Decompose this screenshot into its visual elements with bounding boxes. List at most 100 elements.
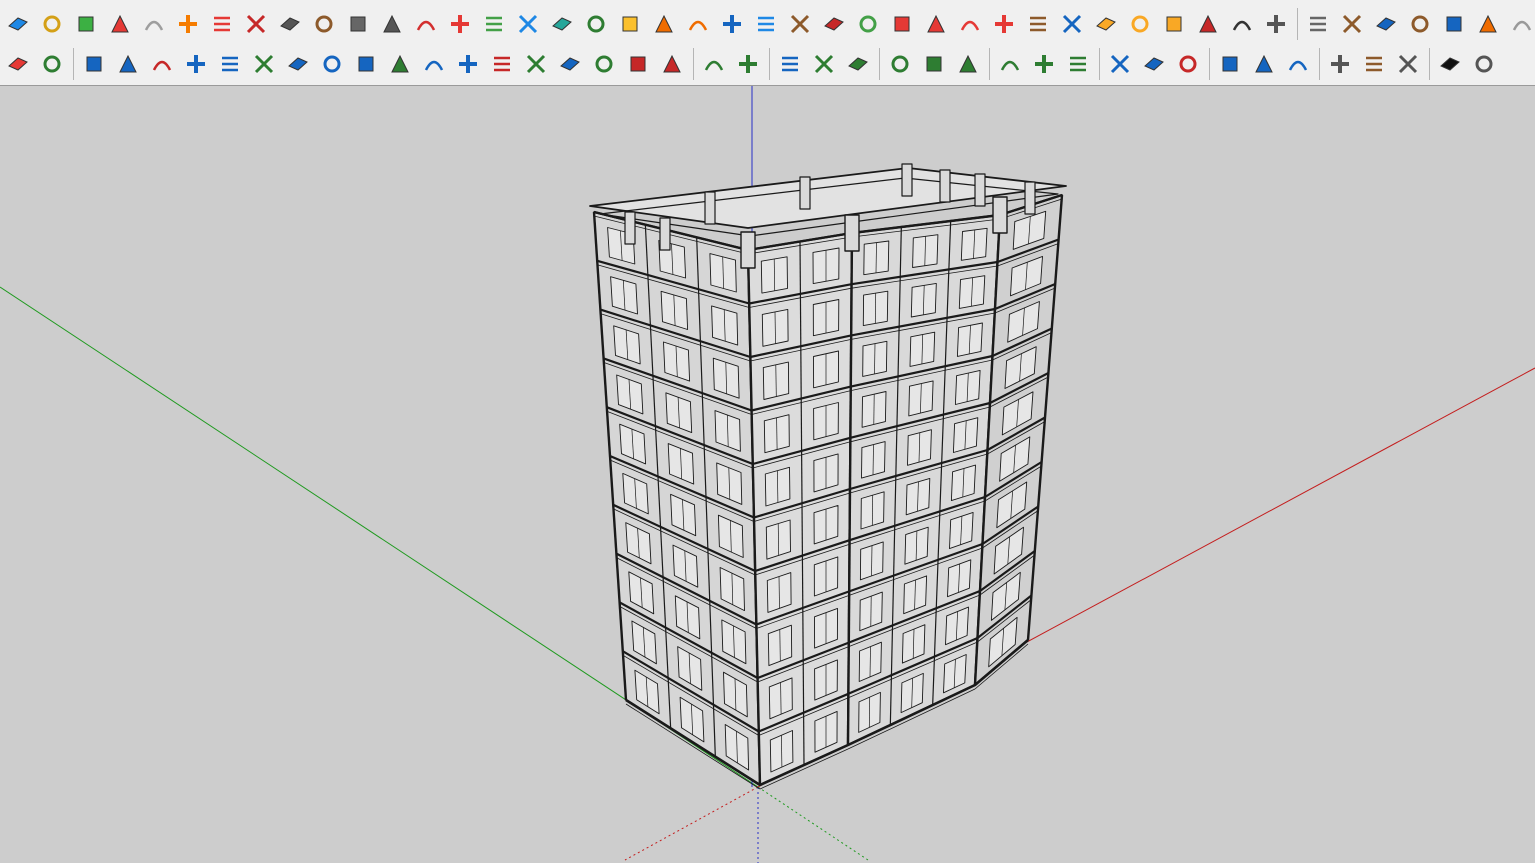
flip-edge-icon[interactable] <box>208 10 236 38</box>
cone-icon[interactable] <box>548 10 576 38</box>
extrude-icon[interactable] <box>888 10 916 38</box>
blue-swirl-icon[interactable] <box>1372 10 1400 38</box>
roof-icon[interactable] <box>1360 50 1388 78</box>
house-icon[interactable] <box>1440 10 1468 38</box>
red-cross-icon[interactable] <box>446 10 474 38</box>
grid-square-icon[interactable] <box>1160 10 1188 38</box>
curve-2-icon[interactable] <box>114 50 142 78</box>
curve-1-icon[interactable] <box>80 50 108 78</box>
red-axis-negative <box>624 786 759 861</box>
scale-shape-icon[interactable] <box>956 10 984 38</box>
toolbar-separator <box>989 48 990 80</box>
dotted-curve-icon[interactable] <box>1228 10 1256 38</box>
lines-b-icon[interactable] <box>920 50 948 78</box>
grid-3d-icon[interactable] <box>1326 50 1354 78</box>
shrink-icon[interactable] <box>844 50 872 78</box>
fillet-icon[interactable] <box>378 10 406 38</box>
undo-arc-icon[interactable] <box>820 10 848 38</box>
cloud-house-icon[interactable] <box>1394 50 1422 78</box>
green-pieces-icon[interactable] <box>854 10 882 38</box>
stamp-icon[interactable] <box>106 10 134 38</box>
ellipse-icon[interactable] <box>624 50 652 78</box>
checker-icon[interactable] <box>1436 50 1464 78</box>
panel-a-icon[interactable] <box>1216 50 1244 78</box>
arc-green-icon[interactable] <box>250 50 278 78</box>
arc-blue-icon[interactable] <box>352 50 380 78</box>
circle-dots-icon[interactable] <box>556 50 584 78</box>
lines-c-icon[interactable] <box>954 50 982 78</box>
layers-icon[interactable] <box>700 50 728 78</box>
arc-red-icon[interactable] <box>488 50 516 78</box>
bucket-icon[interactable] <box>786 10 814 38</box>
orange-arc-icon[interactable] <box>650 10 678 38</box>
toolbar-separator <box>1099 48 1100 80</box>
spiral-icon[interactable] <box>318 50 346 78</box>
cross-square-icon[interactable] <box>1126 10 1154 38</box>
panel-c-icon[interactable] <box>1284 50 1312 78</box>
smoove-icon[interactable] <box>72 10 100 38</box>
hook-icon[interactable] <box>420 50 448 78</box>
scatter-icon[interactable] <box>1194 10 1222 38</box>
curve-3-icon[interactable] <box>148 50 176 78</box>
wire-sphere-icon[interactable] <box>38 50 66 78</box>
zoom-extents-icon[interactable] <box>810 50 838 78</box>
rotate-shape-icon[interactable] <box>922 10 950 38</box>
terrain-icon[interactable] <box>734 50 762 78</box>
spike-icon[interactable] <box>582 10 610 38</box>
curve-4-icon[interactable] <box>182 50 210 78</box>
toolbar-separator <box>1297 8 1298 40</box>
resize-corner-icon[interactable] <box>1470 50 1498 78</box>
dash-a-icon[interactable] <box>996 50 1024 78</box>
shovel-icon[interactable] <box>1406 10 1434 38</box>
drape-icon[interactable] <box>140 10 168 38</box>
dash-b-icon[interactable] <box>1030 50 1058 78</box>
facade-left <box>592 210 762 790</box>
pie-icon[interactable] <box>658 50 686 78</box>
curve-5-icon[interactable] <box>216 50 244 78</box>
brick-icon[interactable] <box>1024 10 1052 38</box>
box-icon[interactable] <box>310 10 338 38</box>
toolbar-separator <box>769 48 770 80</box>
weld-icon[interactable] <box>344 10 372 38</box>
freehand-green-icon[interactable] <box>386 50 414 78</box>
toolbar-separator <box>1319 48 1320 80</box>
array-icon[interactable] <box>1262 10 1290 38</box>
render-icon[interactable] <box>1474 10 1502 38</box>
cross-box-c-icon[interactable] <box>1174 50 1202 78</box>
bezier-icon[interactable] <box>412 10 440 38</box>
flag-icon[interactable] <box>276 10 304 38</box>
sandbox-from-contours-icon[interactable] <box>4 10 32 38</box>
orange-loop-icon[interactable] <box>684 10 712 38</box>
cross-box-a-icon[interactable] <box>1106 50 1134 78</box>
line-green-icon[interactable] <box>522 50 550 78</box>
blue-x-icon[interactable] <box>514 10 542 38</box>
grid-box-icon[interactable] <box>1058 10 1086 38</box>
dash-c-icon[interactable] <box>1064 50 1092 78</box>
wrench-icon[interactable] <box>590 50 618 78</box>
model-viewport[interactable] <box>0 86 1535 863</box>
panel-b-icon[interactable] <box>1250 50 1278 78</box>
sandbox-from-scratch-icon[interactable] <box>38 10 66 38</box>
blue-loop-icon[interactable] <box>718 10 746 38</box>
green-cross-icon[interactable] <box>480 10 508 38</box>
move-arrows-icon[interactable] <box>752 10 780 38</box>
dimension-icon[interactable] <box>1338 10 1366 38</box>
cross-box-b-icon[interactable] <box>1140 50 1168 78</box>
building-model[interactable] <box>589 163 1067 790</box>
pencil-line-icon[interactable] <box>1304 10 1332 38</box>
toolbar-row-1 <box>0 4 1535 44</box>
model-canvas[interactable] <box>0 86 1535 863</box>
lines-a-icon[interactable] <box>886 50 914 78</box>
toolbar-separator <box>1429 48 1430 80</box>
select-cursor-icon[interactable] <box>776 50 804 78</box>
warning-triangle-icon[interactable] <box>616 10 644 38</box>
overflow-icon[interactable] <box>1508 10 1535 38</box>
red-dot-icon[interactable] <box>990 10 1018 38</box>
arc-small-icon[interactable] <box>454 50 482 78</box>
add-detail-icon[interactable] <box>174 10 202 38</box>
paint-shapes-icon[interactable] <box>4 50 32 78</box>
section-plane-icon[interactable] <box>242 10 270 38</box>
hatch-square-icon[interactable] <box>1092 10 1120 38</box>
rectangle-icon[interactable] <box>284 50 312 78</box>
toolbar-separator <box>1209 48 1210 80</box>
